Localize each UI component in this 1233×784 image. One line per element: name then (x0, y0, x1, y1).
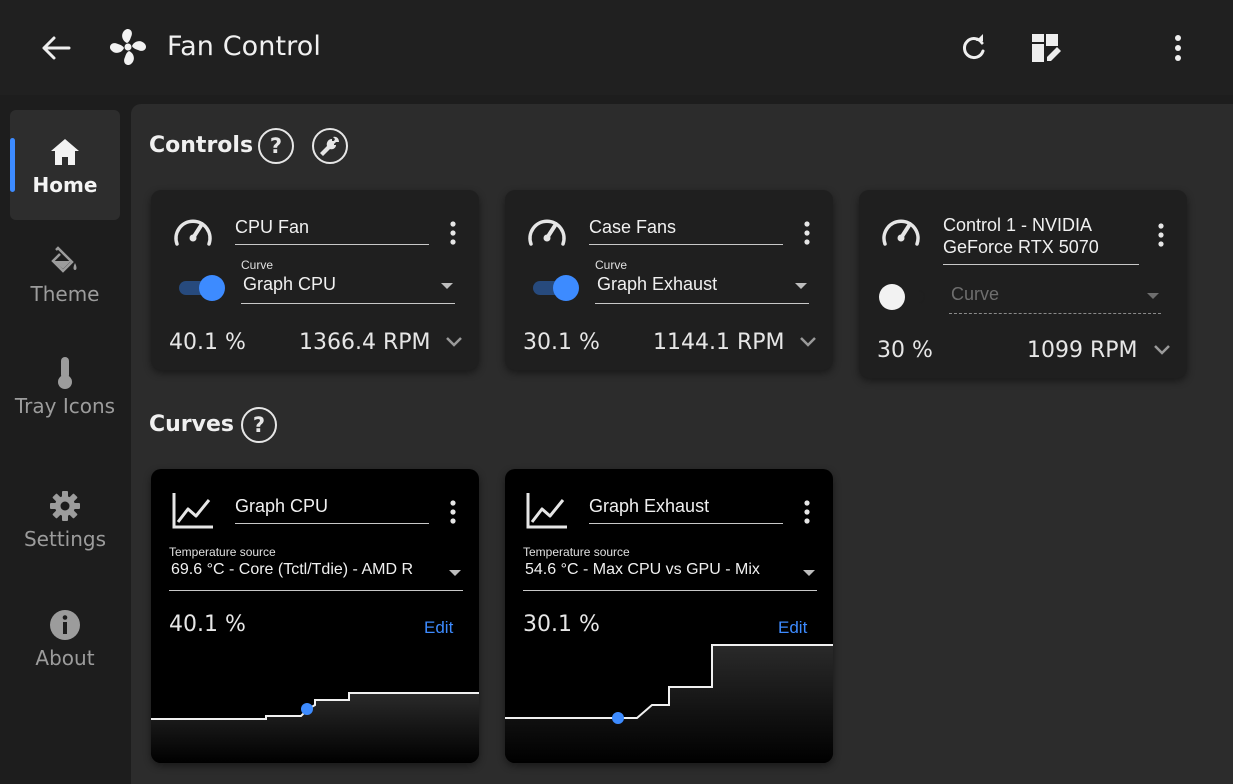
curve-current-point (612, 712, 624, 724)
temperature-source-value: 54.6 °C - Max CPU vs GPU - Mix (525, 561, 760, 578)
more-vertical-icon (450, 221, 456, 245)
controls-tools-button[interactable] (312, 128, 348, 164)
refresh-icon (963, 34, 985, 60)
curve-current-point (301, 703, 313, 715)
app-bar: Fan Control (0, 0, 1233, 95)
control-rpm: 1144.1 RPM (653, 330, 785, 355)
control-name-field[interactable]: Case Fans (589, 216, 783, 245)
sidebar-item-about[interactable]: About (10, 609, 120, 671)
back-button[interactable] (36, 28, 76, 68)
gear-icon (49, 490, 81, 522)
sidebar-item-label: Theme (30, 282, 100, 306)
control-name-field[interactable]: Control 1 - NVIDIA GeForce RTX 5070 (943, 214, 1139, 265)
control-card-case-fans: Case Fans Curve Graph Exhaust 30.1 % 114… (505, 190, 833, 370)
app-title: Fan Control (167, 31, 321, 62)
more-vertical-icon (1175, 35, 1181, 61)
curve-menu-button[interactable] (441, 497, 465, 527)
sidebar-item-label: Home (32, 173, 98, 197)
sidebar-item-label: Tray Icons (14, 394, 116, 418)
temperature-source-select[interactable]: 54.6 °C - Max CPU vs GPU - Mix (523, 557, 817, 591)
dropdown-caret-icon (795, 283, 807, 289)
curve-card-graph-exhaust: Graph Exhaust Temperature source 54.6 °C… (505, 469, 833, 763)
curve-name-field[interactable]: Graph Exhaust (589, 495, 783, 524)
paint-bucket-icon (49, 245, 81, 277)
control-menu-button[interactable] (1149, 220, 1173, 250)
home-icon (49, 136, 81, 168)
curve-select[interactable]: Curve (949, 280, 1161, 314)
dropdown-caret-icon (803, 570, 815, 576)
help-icon: ? (269, 134, 283, 158)
curves-title: Curves (149, 412, 235, 437)
control-percent: 40.1 % (169, 330, 246, 355)
controls-title: Controls (149, 133, 254, 158)
chevron-down-icon[interactable] (1151, 338, 1173, 360)
sidebar-item-label: About (35, 646, 95, 670)
edit-layout-button[interactable] (1026, 28, 1066, 68)
chevron-down-icon[interactable] (797, 330, 819, 352)
control-enable-toggle[interactable] (877, 284, 929, 310)
speedometer-icon (174, 219, 212, 246)
edit-curve-link[interactable]: Edit (424, 618, 453, 638)
edit-curve-link[interactable]: Edit (778, 618, 807, 638)
sidebar-item-tray-icons[interactable]: Tray Icons (10, 357, 120, 419)
sidebar-item-settings[interactable]: Settings (10, 490, 120, 552)
temperature-source-value: 69.6 °C - Core (Tctl/Tdie) - AMD R (171, 561, 413, 578)
curve-select-placeholder: Curve (951, 284, 1000, 304)
curve-percent: 30.1 % (523, 612, 600, 637)
more-vertical-icon (1158, 223, 1164, 247)
curve-preview (505, 644, 833, 763)
main-content: Controls ? CPU Fan Curve Graph CPU 40.1 … (131, 104, 1233, 784)
refresh-button[interactable] (954, 28, 994, 68)
arrow-left-icon (42, 36, 71, 60)
help-icon: ? (252, 413, 266, 437)
dashboard-edit-icon (1032, 34, 1061, 62)
more-vertical-icon (450, 500, 456, 524)
speedometer-icon (528, 219, 566, 246)
sidebar: Home Theme Tray Icons Settings About (0, 95, 130, 784)
wrench-icon (320, 136, 339, 156)
sidebar-item-theme[interactable]: Theme (10, 245, 120, 307)
more-options-button[interactable] (1158, 28, 1198, 68)
control-rpm: 1099 RPM (1027, 338, 1138, 363)
control-percent: 30 % (877, 338, 933, 363)
curve-card-graph-cpu: Graph CPU Temperature source 69.6 °C - C… (151, 469, 479, 763)
curve-select[interactable]: Graph CPU (241, 270, 455, 304)
control-enable-toggle[interactable] (175, 275, 227, 301)
control-enable-toggle[interactable] (529, 275, 581, 301)
more-vertical-icon (804, 221, 810, 245)
curve-select[interactable]: Graph Exhaust (595, 270, 809, 304)
thermometer-icon (49, 357, 81, 389)
control-rpm: 1366.4 RPM (299, 330, 431, 355)
controls-help-button[interactable]: ? (258, 128, 294, 164)
info-icon (49, 609, 81, 641)
curve-name-field[interactable]: Graph CPU (235, 495, 429, 524)
curve-percent: 40.1 % (169, 612, 246, 637)
active-indicator (10, 138, 15, 192)
temperature-source-select[interactable]: 69.6 °C - Core (Tctl/Tdie) - AMD R (169, 557, 463, 591)
control-percent: 30.1 % (523, 330, 600, 355)
curve-select-value: Graph CPU (243, 274, 337, 294)
curve-menu-button[interactable] (795, 497, 819, 527)
control-name-field[interactable]: CPU Fan (235, 216, 429, 245)
speedometer-icon (882, 219, 920, 246)
control-card-cpu-fan: CPU Fan Curve Graph CPU 40.1 % 1366.4 RP… (151, 190, 479, 370)
curve-select-value: Graph Exhaust (597, 274, 718, 294)
graph-icon (526, 493, 567, 529)
dropdown-caret-icon (1147, 293, 1159, 299)
control-menu-button[interactable] (795, 218, 819, 248)
more-vertical-icon (804, 500, 810, 524)
dropdown-caret-icon (441, 283, 453, 289)
control-menu-button[interactable] (441, 218, 465, 248)
sidebar-item-label: Settings (23, 527, 107, 551)
sidebar-item-home[interactable]: Home (10, 110, 120, 220)
curve-preview (151, 692, 479, 763)
control-card-gpu: Control 1 - NVIDIA GeForce RTX 5070 Curv… (859, 190, 1187, 378)
curves-help-button[interactable]: ? (241, 407, 277, 443)
fan-logo-icon (109, 28, 147, 66)
graph-icon (172, 493, 213, 529)
chevron-down-icon[interactable] (443, 330, 465, 352)
dropdown-caret-icon (449, 570, 461, 576)
